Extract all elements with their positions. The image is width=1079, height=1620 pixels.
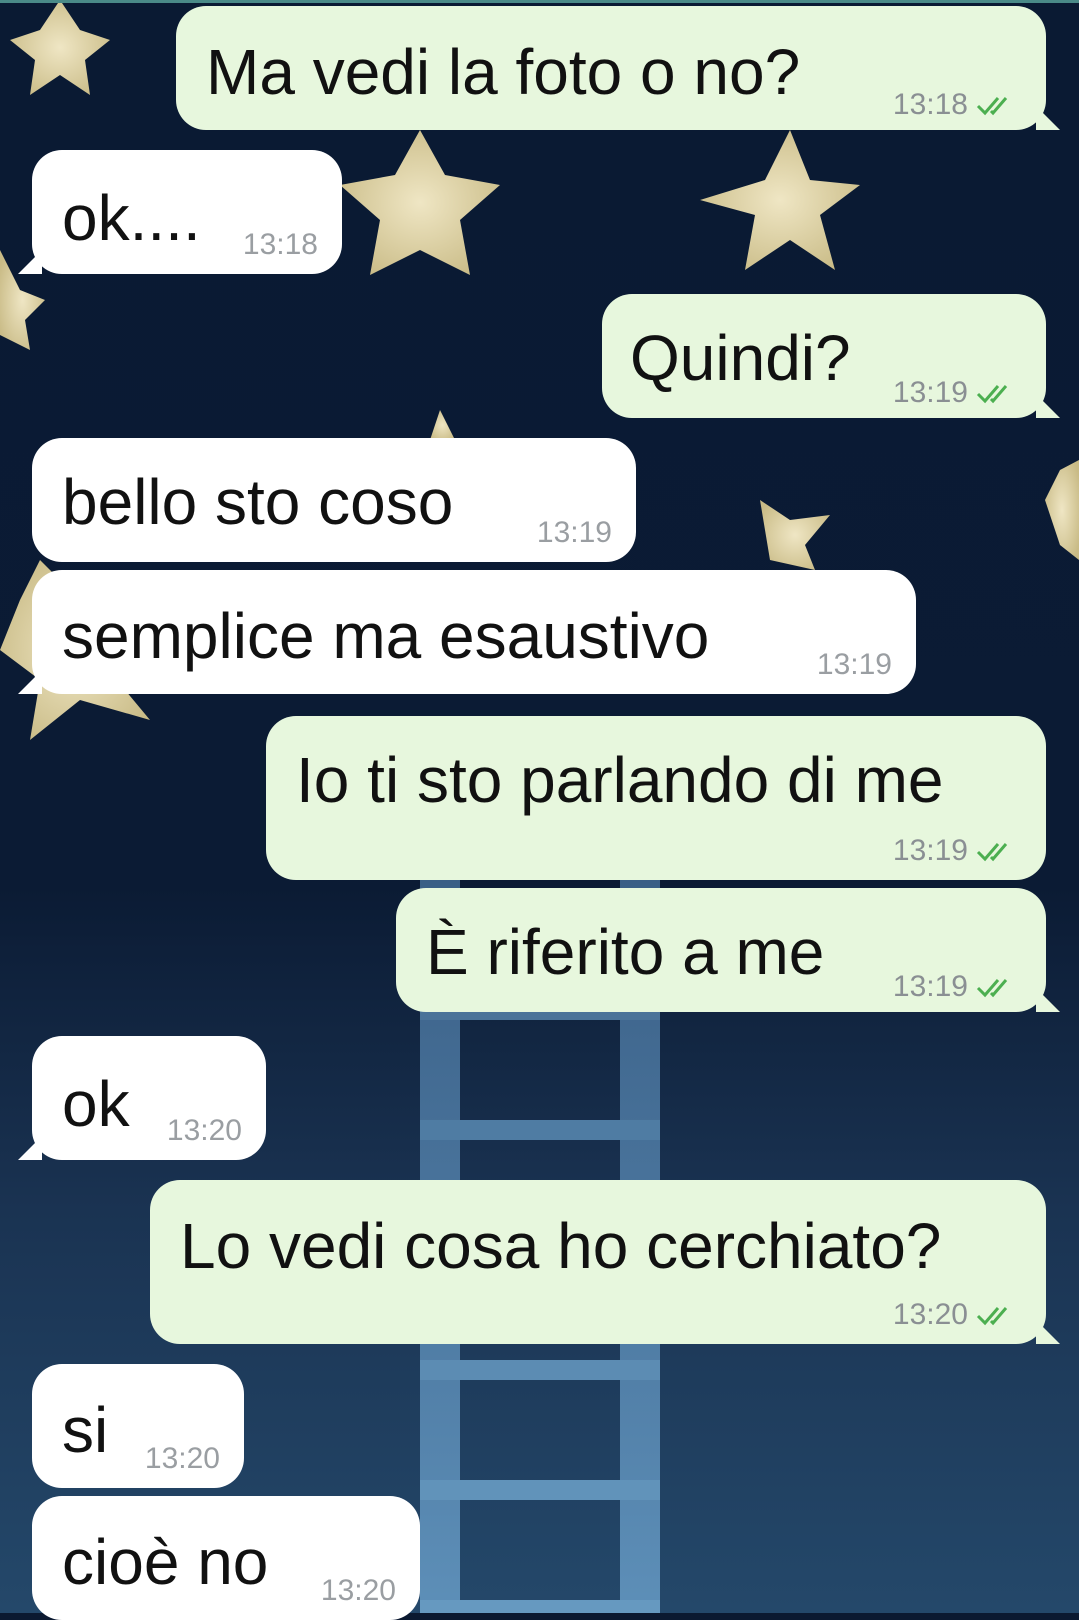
message-text: Io ti sto parlando di me (296, 744, 944, 816)
message-bubble[interactable]: si 13:20 (32, 1364, 244, 1488)
message-text: Quindi? (630, 322, 851, 394)
message-bubble[interactable]: semplice ma esaustivo 13:19 (18, 570, 916, 694)
star-shape (760, 500, 830, 570)
ladder-rung (420, 1480, 660, 1500)
star-shape (700, 130, 860, 270)
message-meta: 13:19 (893, 836, 1022, 866)
message-text: bello sto coso (62, 466, 454, 538)
message-time: 13:19 (536, 516, 612, 549)
bubble-tail (1036, 106, 1060, 130)
top-edge-line (0, 0, 1079, 3)
bubble-tail (1036, 394, 1060, 418)
message-meta: 13:19 (817, 650, 892, 680)
message-bubble[interactable]: Ma vedi la foto o no? 13:18 (176, 6, 1060, 130)
message-time: 13:19 (892, 970, 968, 1003)
message-meta: 13:18 (893, 90, 1022, 120)
star-shape (430, 410, 455, 440)
star-shape (10, 0, 110, 95)
bubble-tail (18, 1136, 42, 1160)
message-text: Ma vedi la foto o no? (206, 36, 801, 108)
message-meta: 13:18 (243, 230, 318, 260)
message-meta: 13:20 (167, 1116, 242, 1146)
message-text: Lo vedi cosa ho cerchiato? (180, 1210, 942, 1282)
ladder-rung (420, 1600, 660, 1613)
message-time: 13:19 (892, 834, 968, 867)
message-time: 13:19 (892, 376, 968, 409)
bubble-tail (18, 670, 42, 694)
message-bubble[interactable]: È riferito a me 13:19 (396, 888, 1060, 1012)
double-check-icon (976, 979, 1008, 998)
bubble-tail (1036, 988, 1060, 1012)
star-shape (340, 130, 500, 275)
message-bubble[interactable]: Quindi? 13:19 (602, 294, 1060, 418)
message-meta: 13:19 (893, 378, 1022, 408)
ladder-rung (420, 1120, 660, 1140)
message-time: 13:20 (144, 1442, 220, 1475)
message-text: si (62, 1394, 109, 1466)
message-bubble[interactable]: ok.... 13:18 (18, 150, 342, 274)
message-text: È riferito a me (426, 916, 825, 988)
message-time: 13:20 (892, 1298, 968, 1331)
message-meta: 13:20 (321, 1576, 396, 1606)
star-shape (1045, 460, 1079, 560)
message-bubble[interactable]: bello sto coso 13:19 (32, 438, 636, 562)
double-check-icon (976, 385, 1008, 404)
message-time: 13:20 (320, 1574, 396, 1607)
double-check-icon (976, 843, 1008, 862)
message-bubble[interactable]: ok 13:20 (18, 1036, 266, 1160)
bubble-tail (1036, 1320, 1060, 1344)
message-time: 13:19 (816, 648, 892, 681)
double-check-icon (976, 97, 1008, 116)
message-text: semplice ma esaustivo (62, 600, 710, 672)
bubble-tail (18, 250, 42, 274)
message-bubble[interactable]: cioè no 13:20 (32, 1496, 420, 1620)
message-text: cioè no (62, 1526, 269, 1598)
message-time: 13:20 (166, 1114, 242, 1147)
message-time: 13:18 (892, 88, 968, 121)
message-bubble[interactable]: Io ti sto parlando di me 13:19 (266, 716, 1046, 880)
message-time: 13:18 (242, 228, 318, 261)
message-text: ok (62, 1068, 130, 1140)
message-meta: 13:19 (893, 972, 1022, 1002)
message-bubble[interactable]: Lo vedi cosa ho cerchiato? 13:20 (150, 1180, 1060, 1344)
ladder-rung (420, 1360, 660, 1380)
message-meta: 13:19 (537, 518, 612, 548)
message-text: ok.... (62, 182, 201, 254)
message-meta: 13:20 (145, 1444, 220, 1474)
double-check-icon (976, 1307, 1008, 1326)
message-meta: 13:20 (893, 1300, 1022, 1330)
